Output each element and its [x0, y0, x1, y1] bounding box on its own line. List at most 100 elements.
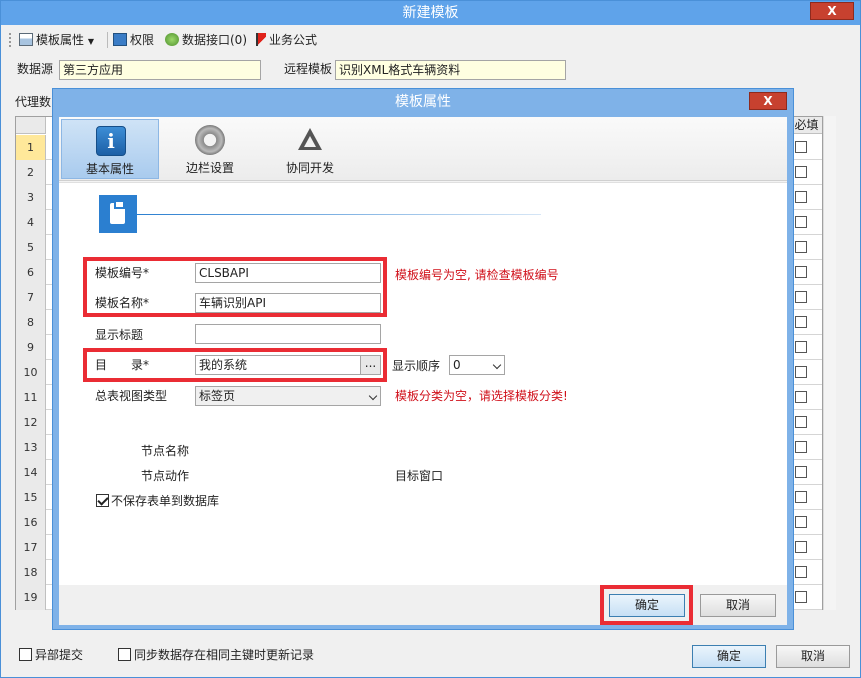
tab-collab-dev[interactable]: 协同开发	[261, 119, 359, 179]
row-number[interactable]: 8	[16, 310, 46, 335]
outer-close-button[interactable]: X	[810, 2, 854, 20]
row-number[interactable]: 12	[16, 410, 46, 435]
grid-header-required[interactable]: 必填	[791, 117, 822, 134]
required-checkbox[interactable]	[795, 366, 807, 378]
required-checkbox[interactable]	[795, 466, 807, 478]
code-error: 模板编号为空, 请检查模板编号	[395, 268, 559, 282]
highlight-code-name	[83, 257, 387, 317]
node-name-label: 节点名称	[141, 444, 190, 458]
tab-sidebar-settings[interactable]: 边栏设置	[161, 119, 259, 179]
required-checkbox[interactable]	[795, 516, 807, 528]
required-checkbox[interactable]	[795, 291, 807, 303]
basic-props-panel: 模板编号* CLSBAPI 模板编号为空, 请检查模板编号 模板名称* 车辆识别…	[59, 182, 787, 585]
toolbar: 模板属性 ▼ 权限 数据接口(0) 业务公式	[1, 28, 860, 52]
required-checkbox[interactable]	[795, 266, 807, 278]
view-type-value: 标签页	[199, 389, 236, 403]
row-number[interactable]: 6	[16, 260, 46, 285]
sync-update-checkbox[interactable]	[118, 648, 131, 661]
dialog-footer: 确定 取消	[59, 585, 787, 625]
remote-template-field[interactable]: 识别XML格式车辆资料	[335, 60, 566, 80]
permissions-button[interactable]: 权限	[113, 31, 154, 50]
outer-title-text: 新建模板	[402, 5, 459, 21]
row-number[interactable]: 10	[16, 360, 46, 385]
required-checkbox[interactable]	[795, 591, 807, 603]
data-interface-icon	[165, 33, 179, 46]
sync-update-label: 同步数据存在相同主键时更新记录	[134, 648, 315, 662]
order-label: 显示顺序	[392, 359, 441, 373]
no-save-label: 不保存表单到数据库	[111, 494, 220, 508]
data-interface-button[interactable]: 数据接口(0)	[165, 31, 247, 50]
business-formula-button[interactable]: 业务公式	[256, 31, 317, 50]
row-number[interactable]: 4	[16, 210, 46, 235]
required-checkbox[interactable]	[795, 241, 807, 253]
row-number[interactable]: 16	[16, 510, 46, 535]
toolbar-separator	[107, 32, 108, 48]
highlight-dir	[83, 348, 387, 382]
proxy-label: 代理数	[15, 95, 52, 109]
outer-cancel-button[interactable]: 取消	[776, 645, 850, 668]
highlight-confirm	[600, 585, 693, 625]
permissions-icon	[113, 33, 127, 46]
grid-scrollbar[interactable]	[823, 116, 836, 610]
required-checkbox[interactable]	[795, 191, 807, 203]
chevron-down-icon	[368, 391, 378, 401]
datasource-row: 数据源 第三方应用 远程模板 识别XML格式车辆资料	[1, 59, 860, 81]
chevron-down-icon: ▼	[87, 37, 94, 46]
remote-template-label: 远程模板	[284, 62, 333, 76]
dialog-close-button[interactable]: X	[749, 92, 787, 110]
form-icon	[19, 33, 33, 46]
row-number[interactable]: 7	[16, 285, 46, 310]
required-checkbox[interactable]	[795, 341, 807, 353]
dialog-body: 基本属性 边栏设置 协同开发 模板编号* CLSBAPI 模板编号为空, 请检查…	[59, 117, 787, 625]
row-number[interactable]: 2	[16, 160, 46, 185]
required-checkbox[interactable]	[795, 491, 807, 503]
row-number[interactable]: 14	[16, 460, 46, 485]
outer-title-bar: 新建模板	[1, 1, 860, 25]
required-checkbox[interactable]	[795, 391, 807, 403]
dialog-title: 模板属性	[395, 94, 451, 110]
row-number[interactable]: 11	[16, 385, 46, 410]
async-submit-checkbox[interactable]	[19, 648, 32, 661]
row-number[interactable]: 15	[16, 485, 46, 510]
required-checkbox[interactable]	[795, 441, 807, 453]
info-icon	[96, 126, 126, 156]
required-checkbox[interactable]	[795, 541, 807, 553]
clipboard-icon	[99, 195, 137, 233]
flag-icon	[256, 33, 266, 46]
dialog-cancel-button[interactable]: 取消	[700, 594, 776, 617]
row-number[interactable]: 13	[16, 435, 46, 460]
required-checkbox[interactable]	[795, 566, 807, 578]
row-number[interactable]: 19	[16, 585, 46, 610]
section-divider	[137, 214, 541, 215]
row-number[interactable]: 9	[16, 335, 46, 360]
datasource-field[interactable]: 第三方应用	[59, 60, 261, 80]
toolbar-grip[interactable]	[9, 33, 12, 47]
required-checkbox[interactable]	[795, 166, 807, 178]
tab-basic-props[interactable]: 基本属性	[61, 119, 159, 179]
template-props-dialog: 模板属性 X 基本属性 边栏设置 协同开发 模板编号* CLSBAPI 模板编号…	[52, 88, 794, 630]
view-type-error: 模板分类为空，请选择模板分类!	[395, 389, 568, 403]
datasource-label: 数据源	[17, 62, 54, 76]
required-checkbox[interactable]	[795, 216, 807, 228]
required-checkbox[interactable]	[795, 416, 807, 428]
display-title-input[interactable]	[195, 324, 381, 344]
no-save-checkbox[interactable]	[96, 494, 109, 507]
row-number[interactable]: 1	[16, 135, 46, 160]
row-number[interactable]: 5	[16, 235, 46, 260]
view-type-label: 总表视图类型	[95, 389, 168, 403]
order-value: 0	[453, 358, 461, 372]
node-action-label: 节点动作	[141, 469, 190, 483]
recycle-icon	[295, 125, 325, 155]
order-select[interactable]: 0	[449, 355, 505, 375]
row-number[interactable]: 17	[16, 535, 46, 560]
view-type-select[interactable]: 标签页	[195, 386, 381, 406]
required-checkbox[interactable]	[795, 141, 807, 153]
dialog-tabbar: 基本属性 边栏设置 协同开发	[59, 117, 787, 181]
row-number[interactable]: 18	[16, 560, 46, 585]
display-title-label: 显示标题	[95, 328, 144, 342]
template-props-button[interactable]: 模板属性 ▼	[19, 31, 94, 50]
outer-confirm-button[interactable]: 确定	[692, 645, 766, 668]
gear-icon	[195, 125, 225, 155]
required-checkbox[interactable]	[795, 316, 807, 328]
row-number[interactable]: 3	[16, 185, 46, 210]
